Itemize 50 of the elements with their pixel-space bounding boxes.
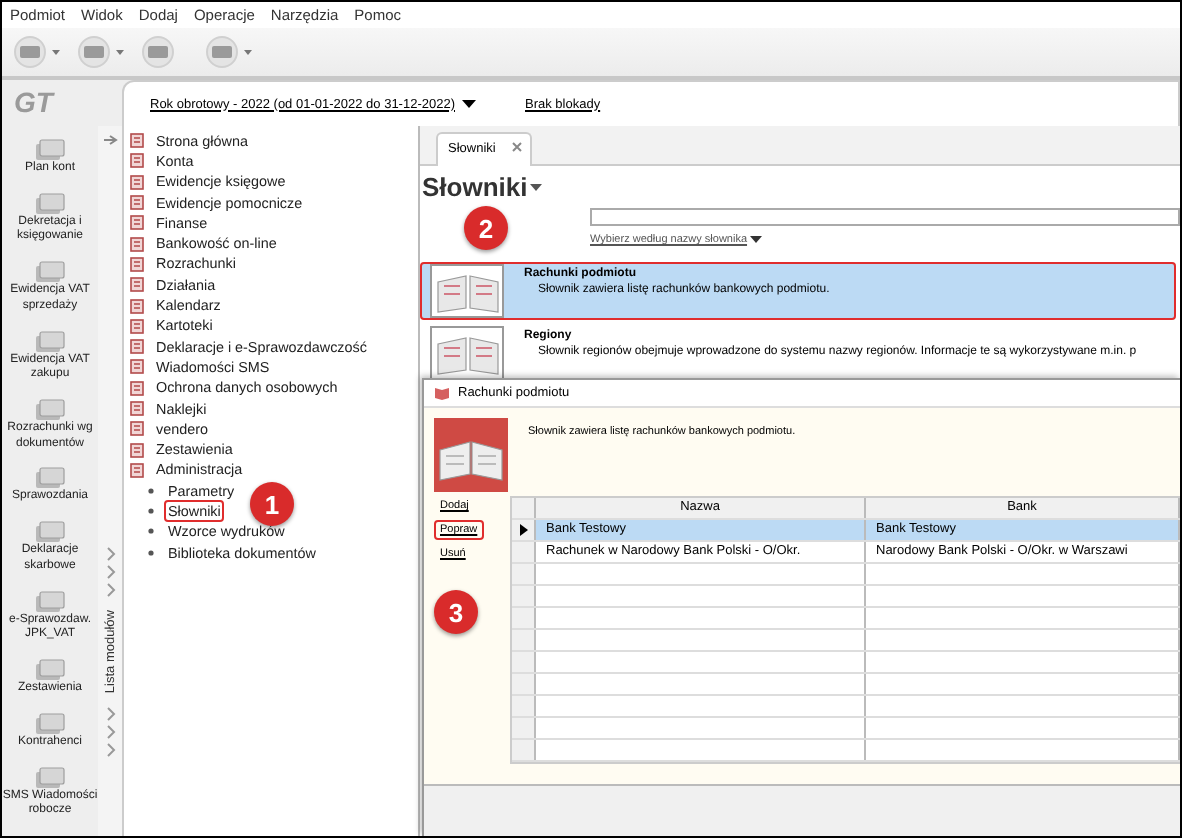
document-stack-icon	[34, 327, 66, 354]
document-stack-icon	[34, 464, 66, 491]
row-header[interactable]	[512, 519, 536, 540]
document-icon	[130, 338, 146, 355]
caret-icon[interactable]	[749, 236, 762, 244]
logo: GT	[12, 84, 57, 122]
document-icon	[130, 358, 146, 375]
document-stack-icon	[34, 258, 66, 285]
bullet-icon	[148, 528, 154, 535]
document-stack-icon	[34, 587, 66, 614]
caret-icon[interactable]	[529, 183, 542, 191]
document-icon	[130, 400, 146, 416]
bullet-icon	[148, 549, 154, 556]
document-stack-icon	[34, 763, 66, 790]
document-icon	[130, 132, 146, 149]
document-stack-icon	[34, 136, 66, 162]
toolbar-icon[interactable]	[78, 36, 130, 68]
document-icon	[130, 214, 146, 231]
toolbar-icon[interactable]	[206, 36, 258, 68]
chevrons-icon[interactable]	[105, 705, 115, 758]
document-icon	[130, 235, 146, 252]
document-stack-icon	[34, 710, 66, 737]
caret-icon[interactable]	[461, 99, 475, 109]
document-icon	[130, 194, 146, 211]
document-icon	[130, 276, 146, 293]
document-stack-icon	[34, 189, 66, 216]
page-heading: Słowniki	[422, 172, 528, 202]
book-icon	[433, 269, 501, 313]
document-icon	[130, 317, 146, 334]
toolbar-icon[interactable]	[14, 36, 66, 68]
collapse-icon[interactable]	[102, 134, 118, 146]
document-stack-icon	[34, 656, 66, 683]
document-icon	[130, 379, 146, 396]
close-icon[interactable]	[511, 142, 522, 152]
document-icon	[130, 152, 146, 169]
document-stack-icon	[34, 518, 66, 545]
book-icon	[434, 385, 450, 400]
bullet-icon	[148, 487, 154, 494]
document-icon	[130, 441, 146, 458]
chevrons-icon[interactable]	[105, 546, 115, 598]
document-icon	[130, 255, 146, 272]
search-field[interactable]	[590, 208, 1180, 226]
document-icon	[130, 420, 146, 437]
document-stack-icon	[34, 396, 66, 423]
bullet-icon	[148, 507, 154, 514]
document-icon	[130, 461, 146, 478]
book-icon	[434, 417, 508, 492]
current-row-icon	[519, 523, 527, 536]
document-icon	[130, 173, 146, 190]
document-icon	[130, 297, 146, 314]
